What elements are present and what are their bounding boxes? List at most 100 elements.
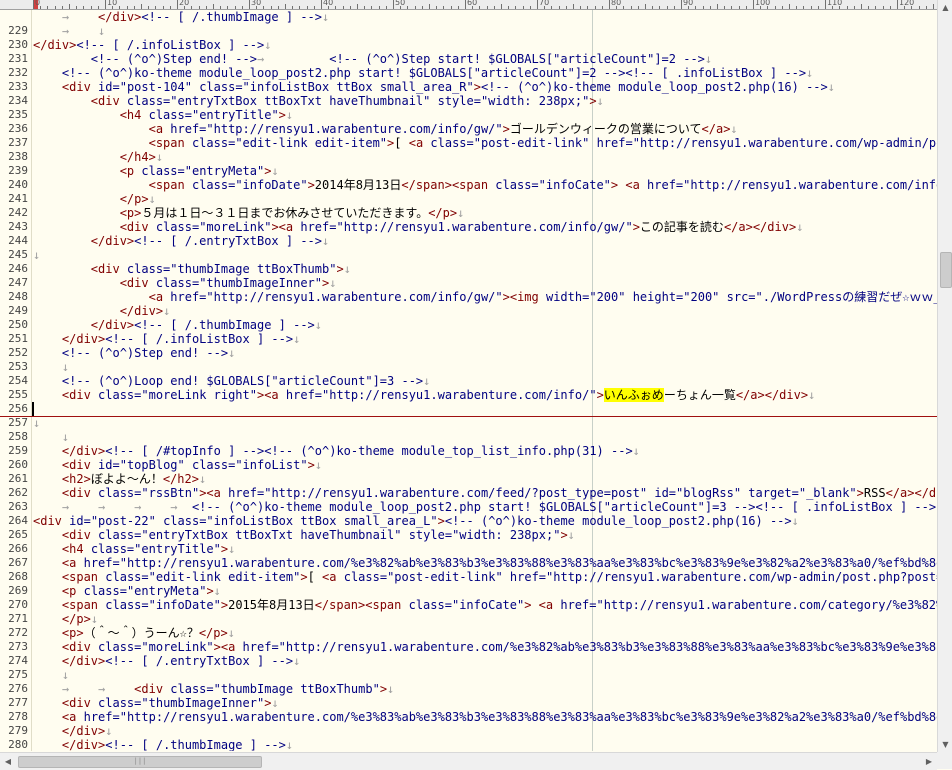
- code-line[interactable]: 234 <div class="entryTxtBox ttBoxTxt hav…: [0, 94, 937, 108]
- code-line[interactable]: 231 <!-- (^o^)Step end! -->→ <!-- (^o^)S…: [0, 52, 937, 66]
- code-token: →: [33, 10, 99, 24]
- code-token: >: [560, 528, 568, 542]
- code-line[interactable]: 252 <!-- (^o^)Step end! -->↓: [0, 346, 937, 360]
- horizontal-scroll-thumb[interactable]: |||: [18, 756, 262, 768]
- code-token: "edit-link edit-item": [148, 570, 301, 584]
- code-line[interactable]: 279 </div>↓: [0, 724, 937, 738]
- code-line[interactable]: 232 <!-- (^o^)ko-theme module_loop_post2…: [0, 66, 937, 80]
- code-line[interactable]: 229 → ↓: [0, 24, 937, 38]
- code-token: <a: [322, 570, 344, 584]
- code-line[interactable]: 243 <div class="moreLink"><a href="http:…: [0, 220, 937, 234]
- ruler-tick: [853, 6, 855, 9]
- code-line[interactable]: 256: [0, 402, 937, 417]
- code-line[interactable]: → </div><!-- [ /.thumbImage ] -->↓: [0, 10, 937, 24]
- code-token: ５月は１日～３１日までお休みさせていただきます。: [141, 206, 429, 220]
- code-line[interactable]: 250 </div><!-- [ /.thumbImage ] -->↓: [0, 318, 937, 332]
- code-line[interactable]: 273 <div class="moreLink"><a href="http:…: [0, 640, 937, 654]
- code-token: <div: [61, 528, 99, 542]
- code-editor[interactable]: → </div><!-- [ /.thumbImage ] -->↓ 229 → …: [0, 10, 937, 751]
- code-token: "http://rensyu1.warabenture.com/info/gw/…: [206, 122, 503, 136]
- ruler-tick: [234, 6, 236, 9]
- ruler-tick: [789, 4, 790, 9]
- code-line[interactable]: 238 </h4>↓: [0, 150, 937, 164]
- code-line[interactable]: 237 <span class="edit-link edit-item">[ …: [0, 136, 937, 150]
- line-number: 266: [8, 542, 28, 555]
- vertical-scrollbar[interactable]: ▲ ▼: [937, 0, 952, 752]
- code-line[interactable]: 265 <div class="entryTxtBox ttBoxTxt hav…: [0, 528, 937, 542]
- code-line[interactable]: 255 <div class="moreLink right"><a href=…: [0, 388, 937, 402]
- code-token: style=: [430, 94, 481, 108]
- code-token: ↓: [148, 192, 156, 206]
- code-token: "moreLink": [141, 640, 214, 654]
- scroll-down-arrow-icon[interactable]: ▼: [938, 737, 952, 752]
- code-token: ゴールデンウィークの営業について: [509, 122, 702, 136]
- code-token: class=: [343, 570, 388, 584]
- code-text: </div><!-- [ /.infoListBox ] -->↓: [33, 38, 271, 52]
- code-line[interactable]: 246 <div class="thumbImage ttBoxThumb">↓: [0, 262, 937, 276]
- line-number: 257: [8, 416, 28, 429]
- code-line[interactable]: 233 <div id="post-104" class="infoListBo…: [0, 80, 937, 94]
- code-token: RSS: [863, 486, 886, 500]
- code-line[interactable]: 240 <span class="infoDate">2014年8月13日</s…: [0, 178, 937, 192]
- scroll-up-arrow-icon[interactable]: ▲: [938, 0, 952, 15]
- code-line[interactable]: 277 <div class="thumbImageInner">↓: [0, 696, 937, 710]
- horizontal-scrollbar[interactable]: ◀ ||| ▶: [0, 752, 937, 770]
- line-number: 238: [8, 150, 28, 163]
- code-line[interactable]: 251 </div><!-- [ /.infoListBox ] -->↓: [0, 332, 937, 346]
- ruler-tick: [810, 6, 812, 9]
- code-line[interactable]: 280 </div><!-- [ /.thumbImage ] -->↓: [0, 738, 937, 751]
- code-line[interactable]: 239 <p class="entryMeta">↓: [0, 164, 937, 178]
- code-token: ↓: [228, 346, 236, 360]
- code-line[interactable]: 247 <div class="thumbImageInner">↓: [0, 276, 937, 290]
- code-token: <!-- [ /.thumbImage ] -->: [105, 738, 286, 751]
- code-line[interactable]: 270 <span class="infoDate">2015年8月13日</s…: [0, 598, 937, 612]
- code-line[interactable]: 260 <div id="topBlog" class="infoList">↓: [0, 458, 937, 472]
- code-line[interactable]: 269 <p class="entryMeta">↓: [0, 584, 937, 598]
- ruler-tick: [40, 6, 42, 9]
- ruler-tick: [349, 6, 351, 9]
- code-line[interactable]: 275 ↓: [0, 668, 937, 682]
- code-token: ↓: [285, 108, 294, 122]
- code-line[interactable]: 259 </div><!-- [ /#topInfo ] --><!-- (^o…: [0, 444, 937, 458]
- code-line[interactable]: 230 </div><!-- [ /.infoListBox ] -->↓: [0, 38, 937, 52]
- scroll-left-arrow-icon[interactable]: ◀: [0, 753, 16, 770]
- code-token: </a></div>: [885, 486, 937, 500]
- code-line[interactable]: 272 <p>（＾～＾）うーん☆？</p>↓: [0, 626, 937, 640]
- ruler-tick: [90, 6, 92, 9]
- code-line[interactable]: 248 <a href="http://rensyu1.warabenture.…: [0, 290, 937, 304]
- code-line[interactable]: 258 ↓: [0, 430, 937, 444]
- code-line[interactable]: 235 <h4 class="entryTitle">↓: [0, 108, 937, 122]
- vertical-scroll-thumb[interactable]: [940, 252, 952, 288]
- code-line[interactable]: 241 </p>↓: [0, 192, 937, 206]
- code-line[interactable]: 242 <p>５月は１日～３１日までお休みさせていただきます。</p>↓: [0, 206, 937, 220]
- code-line[interactable]: 271 </p>↓: [0, 612, 937, 626]
- code-line[interactable]: 267 <a href="http://rensyu1.warabenture.…: [0, 556, 937, 570]
- code-line[interactable]: 254 <!-- (^o^)Loop end! $GLOBALS["articl…: [0, 374, 937, 388]
- code-line[interactable]: 261 <h2>ぼよよ～ん！</h2>↓: [0, 472, 937, 486]
- ruler-tick: [479, 6, 481, 9]
- scroll-right-arrow-icon[interactable]: ▶: [921, 753, 937, 770]
- code-line[interactable]: 276 → → <div class="thumbImage ttBoxThum…: [0, 682, 937, 696]
- code-line[interactable]: 266 <h4 class="entryTitle">↓: [0, 542, 937, 556]
- code-token: class=: [408, 598, 452, 612]
- code-line[interactable]: 236 <a href="http://rensyu1.warabenture.…: [0, 122, 937, 136]
- line-number: 269: [8, 584, 28, 597]
- code-line[interactable]: 244 </div><!-- [ /.entryTxtBox ] -->↓: [0, 234, 937, 248]
- code-text: ↓: [33, 416, 40, 430]
- code-line[interactable]: 274 </div><!-- [ /.entryTxtBox ] -->↓: [0, 654, 937, 668]
- code-line[interactable]: 263 → → → → <!-- (^o^)ko-theme module_lo…: [0, 500, 937, 514]
- code-line[interactable]: 249 </div>↓: [0, 304, 937, 318]
- code-token: class=: [105, 570, 149, 584]
- line-number: 280: [8, 738, 28, 751]
- code-line[interactable]: 245 ↓: [0, 248, 937, 262]
- code-line[interactable]: 278 <a href="http://rensyu1.warabenture.…: [0, 710, 937, 724]
- code-line[interactable]: 268 <span class="edit-link edit-item">[ …: [0, 570, 937, 584]
- code-line[interactable]: 264 <div id="post-22" class="infoListBox …: [0, 514, 937, 528]
- code-line[interactable]: 262 <div class="rssBtn"><a href="http://…: [0, 486, 937, 500]
- code-line[interactable]: 253 ↓: [0, 360, 937, 374]
- code-line[interactable]: 257 ↓: [0, 416, 937, 430]
